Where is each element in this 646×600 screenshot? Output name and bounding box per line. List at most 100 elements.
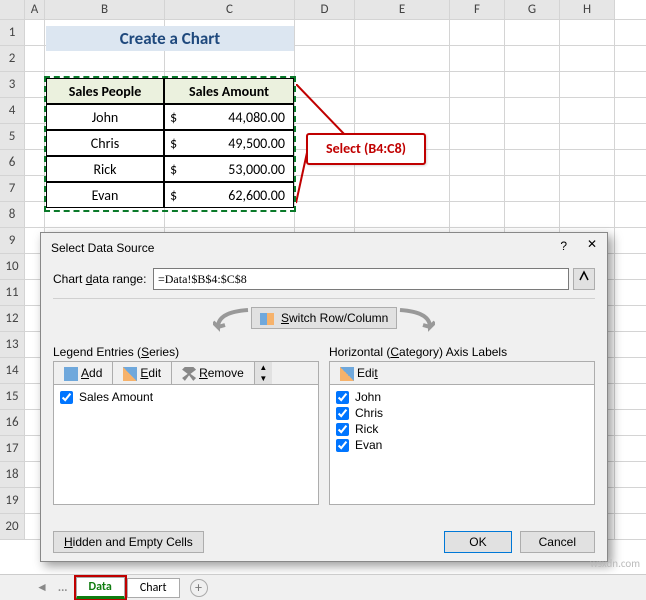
chart-title-cell[interactable]: Create a Chart — [46, 26, 294, 51]
cell[interactable] — [450, 98, 505, 123]
cell[interactable] — [560, 72, 615, 97]
row-head[interactable]: 16 — [0, 410, 25, 435]
cell[interactable] — [25, 202, 45, 227]
cell[interactable] — [355, 98, 450, 123]
cell[interactable] — [295, 20, 355, 45]
cell[interactable] — [505, 202, 560, 227]
table-header-people[interactable]: Sales People — [46, 78, 164, 104]
cell[interactable] — [450, 202, 505, 227]
row-head[interactable]: 18 — [0, 462, 25, 487]
row-head[interactable]: 8 — [0, 202, 25, 227]
row-head[interactable]: 11 — [0, 280, 25, 305]
cell[interactable] — [505, 176, 560, 201]
cell[interactable] — [450, 20, 505, 45]
remove-series-button[interactable]: Remove — [172, 362, 254, 384]
category-checkbox[interactable] — [336, 407, 349, 420]
cell-name[interactable]: John — [46, 104, 164, 130]
row-head[interactable]: 2 — [0, 46, 25, 71]
col-head-F[interactable]: F — [450, 0, 505, 19]
cell[interactable] — [25, 150, 45, 175]
row-head[interactable]: 5 — [0, 124, 25, 149]
row-head[interactable]: 6 — [0, 150, 25, 175]
row-head[interactable]: 17 — [0, 436, 25, 461]
col-head-D[interactable]: D — [295, 0, 355, 19]
col-head-B[interactable]: B — [45, 0, 165, 19]
move-up-button[interactable]: ▲ — [255, 362, 272, 373]
cell[interactable] — [560, 150, 615, 175]
category-listbox[interactable]: John Chris Rick Evan — [329, 385, 595, 505]
cell[interactable] — [505, 98, 560, 123]
chart-range-input[interactable] — [153, 268, 569, 290]
edit-axis-button[interactable]: Edit — [330, 362, 388, 384]
nav-prev-icon[interactable]: ◄ — [30, 580, 54, 595]
col-head-G[interactable]: G — [505, 0, 560, 19]
sheet-tab-data[interactable]: Data — [76, 577, 125, 599]
cell[interactable] — [505, 46, 560, 71]
cell-amount[interactable]: 44,080.00 — [185, 104, 294, 130]
list-item[interactable]: Rick — [334, 421, 590, 437]
select-all-corner[interactable] — [0, 0, 25, 19]
cancel-button[interactable]: Cancel — [520, 531, 595, 553]
cell-currency[interactable]: $ — [164, 182, 185, 208]
cell[interactable] — [355, 20, 450, 45]
list-item[interactable]: Chris — [334, 405, 590, 421]
sheet-tab-chart[interactable]: Chart — [127, 578, 180, 598]
cell[interactable] — [25, 72, 45, 97]
edit-series-button[interactable]: Edit — [113, 362, 172, 384]
cell[interactable] — [505, 20, 560, 45]
series-listbox[interactable]: Sales Amount — [53, 385, 319, 505]
cell[interactable] — [560, 176, 615, 201]
cell-name[interactable]: Evan — [46, 182, 164, 208]
row-head[interactable]: 3 — [0, 72, 25, 97]
list-item[interactable]: Evan — [334, 437, 590, 453]
cell-amount[interactable]: 62,600.00 — [185, 182, 294, 208]
row-head[interactable]: 4 — [0, 98, 25, 123]
col-head-A[interactable]: A — [25, 0, 45, 19]
cell[interactable] — [560, 202, 615, 227]
cell[interactable] — [450, 124, 505, 149]
cell[interactable] — [450, 72, 505, 97]
cell-currency[interactable]: $ — [164, 130, 185, 156]
row-head[interactable]: 13 — [0, 332, 25, 357]
series-checkbox[interactable] — [60, 391, 73, 404]
col-head-H[interactable]: H — [560, 0, 615, 19]
row-head[interactable]: 10 — [0, 254, 25, 279]
col-head-C[interactable]: C — [165, 0, 295, 19]
cell[interactable] — [25, 124, 45, 149]
dialog-titlebar[interactable]: Select Data Source ? ✕ — [41, 233, 607, 263]
cell[interactable] — [505, 150, 560, 175]
cell-amount[interactable]: 49,500.00 — [185, 130, 294, 156]
row-head[interactable]: 9 — [0, 228, 25, 253]
col-head-E[interactable]: E — [355, 0, 450, 19]
cell[interactable] — [355, 202, 450, 227]
list-item[interactable]: Sales Amount — [58, 389, 314, 405]
cell[interactable] — [295, 46, 355, 71]
switch-row-column-button[interactable]: SSwitch Row/Columnwitch Row/Column — [251, 307, 398, 329]
collapse-dialog-button[interactable] — [573, 268, 595, 290]
cell[interactable] — [25, 20, 45, 45]
cell[interactable] — [450, 46, 505, 71]
cell-name[interactable]: Chris — [46, 130, 164, 156]
cell[interactable] — [25, 176, 45, 201]
cell-currency[interactable]: $ — [164, 104, 185, 130]
nav-dots[interactable]: ... — [54, 581, 76, 595]
row-head[interactable]: 20 — [0, 514, 25, 539]
ok-button[interactable]: OK — [444, 531, 511, 553]
row-head[interactable]: 1 — [0, 20, 25, 45]
cell[interactable] — [25, 46, 45, 71]
hidden-empty-cells-button[interactable]: Hidden and Empty Cells — [53, 531, 204, 553]
cell-amount[interactable]: 53,000.00 — [185, 156, 294, 182]
cell[interactable] — [560, 98, 615, 123]
cell[interactable] — [560, 124, 615, 149]
list-item[interactable]: John — [334, 389, 590, 405]
cell[interactable] — [450, 176, 505, 201]
row-head[interactable]: 12 — [0, 306, 25, 331]
close-button[interactable]: ✕ — [587, 237, 597, 251]
row-head[interactable]: 14 — [0, 358, 25, 383]
cell[interactable] — [505, 72, 560, 97]
cell[interactable] — [505, 124, 560, 149]
cell[interactable] — [560, 20, 615, 45]
category-checkbox[interactable] — [336, 391, 349, 404]
help-button[interactable]: ? — [560, 239, 567, 253]
cell[interactable] — [25, 98, 45, 123]
